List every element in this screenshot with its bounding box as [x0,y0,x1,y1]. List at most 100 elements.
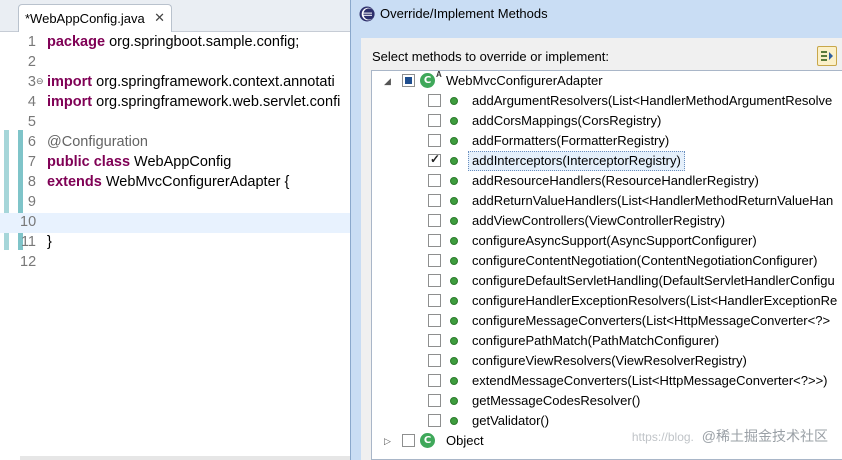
method-row[interactable]: configureContentNegotiation(ContentNegot… [372,251,842,271]
watermark-text: @稀土掘金技术社区 [701,428,828,444]
code-text: @Configuration [47,134,148,150]
dialog-title-bar[interactable]: Override/Implement Methods [351,0,842,29]
public-method-icon [450,117,458,125]
method-row[interactable]: configureAsyncSupport(AsyncSupportConfig… [372,231,842,251]
method-row[interactable]: extendMessageConverters(List<HttpMessage… [372,371,842,391]
horizontal-scrollbar[interactable] [20,456,350,460]
code-text: public class WebAppConfig [47,154,231,170]
code-line[interactable]: 9 [0,193,350,213]
code-line[interactable]: 7 public class WebAppConfig [0,153,350,173]
method-row[interactable]: configureHandlerExceptionResolvers(List<… [372,291,842,311]
dialog-prompt: Select methods to override or implement: [372,49,609,64]
method-row[interactable]: addFormatters(FormatterRegistry) [372,131,842,151]
line-number: 1 [27,34,36,50]
collapse-arrow-icon[interactable]: ▷ [384,436,391,447]
close-icon[interactable]: ✕ [154,10,165,26]
method-checkbox[interactable] [428,94,441,107]
method-label: addCorsMappings(CorsRegistry) [472,113,662,128]
code-line[interactable]: 1 package org.springboot.sample.config; [0,33,350,53]
method-checkbox[interactable] [428,234,441,247]
method-label: getValidator() [472,413,550,428]
method-checkbox[interactable] [428,314,441,327]
method-checkbox[interactable] [428,134,441,147]
method-checkbox[interactable] [428,194,441,207]
line-number: 2 [27,54,36,70]
annotation-token: @Configuration [47,134,148,150]
method-checkbox[interactable] [428,214,441,227]
code-line[interactable]: 12 [0,253,350,273]
method-checkbox[interactable] [428,394,441,407]
abstract-class-icon: C [420,73,435,88]
code-line[interactable]: 6 @Configuration [0,133,350,153]
sort-button[interactable] [817,46,837,66]
method-row[interactable]: configureMessageConverters(List<HttpMess… [372,311,842,331]
code-token: WebAppConfig [130,154,232,170]
method-row[interactable]: configureViewResolvers(ViewResolverRegis… [372,351,842,371]
code-editor[interactable]: *WebAppConfig.java ✕ 1 package org.spring… [0,0,350,460]
method-checkbox[interactable] [428,152,441,167]
method-row[interactable]: addReturnValueHandlers(List<HandlerMetho… [372,191,842,211]
watermark: https://blog. @稀土掘金技术社区 [632,426,828,446]
public-method-icon [450,137,458,145]
line-number: 12 [20,254,37,270]
method-row[interactable]: addArgumentResolvers(List<HandlerMethodA… [372,91,842,111]
code-line[interactable]: 4 import org.springframework.web.servlet.… [0,93,350,113]
method-label: extendMessageConverters(List<HttpMessage… [472,373,828,388]
code-line[interactable]: 5 [0,113,350,133]
override-implement-dialog: Override/Implement Methods Select method… [350,0,842,460]
method-checkbox[interactable] [428,114,441,127]
code-lines[interactable]: 1 package org.springboot.sample.config; 2 3… [0,33,350,273]
sort-icon [821,51,833,61]
method-row[interactable]: configurePathMatch(PathMatchConfigurer) [372,331,842,351]
code-text: } [47,234,52,250]
code-line[interactable]: 11} [0,233,350,253]
line-number: 5 [27,114,36,130]
public-method-icon [450,417,458,425]
method-checkbox[interactable] [428,294,441,307]
public-method-icon [450,317,458,325]
method-label: configureDefaultServletHandling(DefaultS… [472,273,835,288]
method-checkbox[interactable] [428,174,441,187]
tab-webappconfig[interactable]: *WebAppConfig.java ✕ [18,4,172,32]
public-method-icon [450,177,458,185]
method-label: addInterceptors(InterceptorRegistry) [468,151,685,171]
code-line[interactable]: 2 [0,53,350,73]
code-line[interactable]: 3 ⊖ import org.springframework.context.ann… [0,73,350,93]
method-checkbox[interactable] [428,254,441,267]
method-row[interactable]: addViewControllers(ViewControllerRegistr… [372,211,842,231]
method-checkbox[interactable] [428,334,441,347]
method-checkbox[interactable] [428,374,441,387]
public-method-icon [450,157,458,165]
dialog-body: Select methods to override or implement:… [361,38,842,460]
code-text: package org.springboot.sample.config; [47,34,299,50]
root-checkbox[interactable] [402,74,415,87]
public-method-icon [450,97,458,105]
code-line[interactable]: 10 [0,213,350,233]
method-label: addReturnValueHandlers(List<HandlerMetho… [472,193,834,208]
public-method-icon [450,217,458,225]
keyword-token: import [47,94,93,110]
object-checkbox[interactable] [402,434,415,447]
dialog-title: Override/Implement Methods [380,6,548,21]
method-row[interactable]: configureDefaultServletHandling(DefaultS… [372,271,842,291]
line-number: 9 [27,194,36,210]
method-label: configureHandlerExceptionResolvers(List<… [472,293,838,308]
method-checkbox[interactable] [428,414,441,427]
method-checkbox[interactable] [428,354,441,367]
code-line[interactable]: 8 extends WebMvcConfigurerAdapter { [0,173,350,193]
method-row[interactable]: addInterceptors(InterceptorRegistry) [372,151,842,171]
fold-toggle-icon[interactable]: ⊖ [36,76,44,87]
code-token: org.springframework.web.servlet.confi [92,94,341,110]
method-row[interactable]: addResourceHandlers(ResourceHandlerRegis… [372,171,842,191]
method-label: getMessageCodesResolver() [472,393,641,408]
public-method-icon [450,297,458,305]
expand-arrow-icon[interactable]: ◢ [384,76,391,87]
tree-root-row[interactable]: ◢ C A WebMvcConfigurerAdapter [372,71,842,91]
object-label: Object [446,433,484,448]
method-checkbox[interactable] [428,274,441,287]
code-text: extends WebMvcConfigurerAdapter { [47,174,289,190]
method-row[interactable]: getMessageCodesResolver() [372,391,842,411]
code-token: org.springframework.context.annotati [92,74,335,90]
method-row[interactable]: addCorsMappings(CorsRegistry) [372,111,842,131]
methods-tree[interactable]: ◢ C A WebMvcConfigurerAdapter addArgumen… [371,70,842,460]
